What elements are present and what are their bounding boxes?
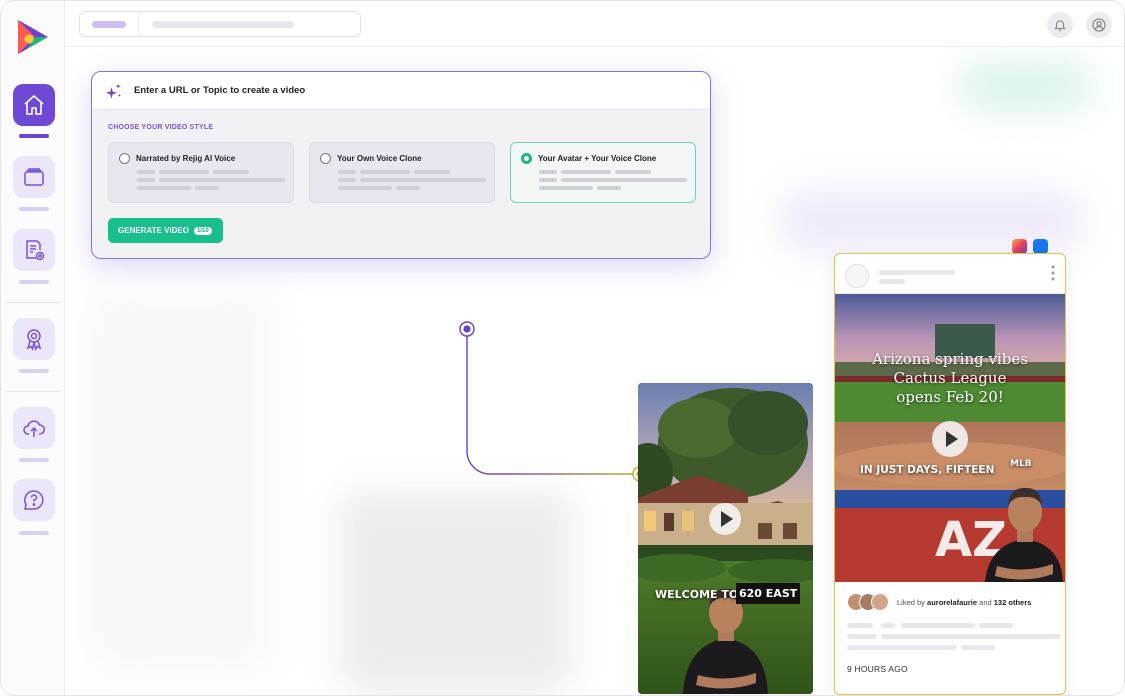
video-preview-house[interactable]: WELCOME TO 620 EAST: [638, 383, 813, 694]
play-icon: [945, 431, 958, 447]
likes-row[interactable]: Liked by aurorelafaurie and 132 others: [847, 592, 1031, 612]
post-overlay-text-2: MLB: [1010, 459, 1032, 469]
play-icon: [720, 511, 733, 527]
post-overlay-text: IN JUST DAYS, FIFTEEN: [860, 464, 995, 476]
caption-line-1: Arizona spring vibes: [872, 350, 1028, 368]
placeholder-line: [961, 645, 995, 650]
house-video-thumbnail: [638, 383, 813, 694]
avatar: [871, 593, 889, 611]
more-options-icon[interactable]: [1050, 265, 1056, 281]
facebook-icon: [1033, 239, 1048, 254]
post-image: AZ Arizona spring vibes Cactus League op…: [835, 294, 1065, 582]
post-header: [835, 254, 1065, 294]
app-window: Enter a URL or Topic to create a video C…: [0, 0, 1125, 696]
video-overlay-highlight: 620 EAST: [736, 583, 801, 604]
caption-line-3: opens Feb 20!: [896, 388, 1004, 406]
placeholder-line: [847, 623, 873, 628]
placeholder-line: [881, 623, 895, 628]
social-post-preview[interactable]: AZ Arizona spring vibes Cactus League op…: [834, 253, 1066, 695]
placeholder-line: [901, 623, 975, 628]
play-button[interactable]: [709, 503, 741, 535]
placeholder-line: [847, 634, 877, 639]
play-button[interactable]: [932, 421, 968, 457]
placeholder-line: [881, 634, 1061, 639]
placeholder-line: [879, 270, 955, 275]
placeholder-line: [847, 645, 957, 650]
caption-line-2: Cactus League: [893, 369, 1007, 387]
avatar: [845, 264, 869, 288]
placeholder-line: [879, 279, 905, 284]
likes-text: Liked by aurorelafaurie and 132 others: [897, 597, 1032, 607]
instagram-icon: [1012, 239, 1027, 254]
placeholder-line: [979, 623, 1013, 628]
post-timestamp: 9 HOURS AGO: [847, 664, 908, 674]
video-overlay-text: WELCOME TO: [655, 588, 739, 601]
